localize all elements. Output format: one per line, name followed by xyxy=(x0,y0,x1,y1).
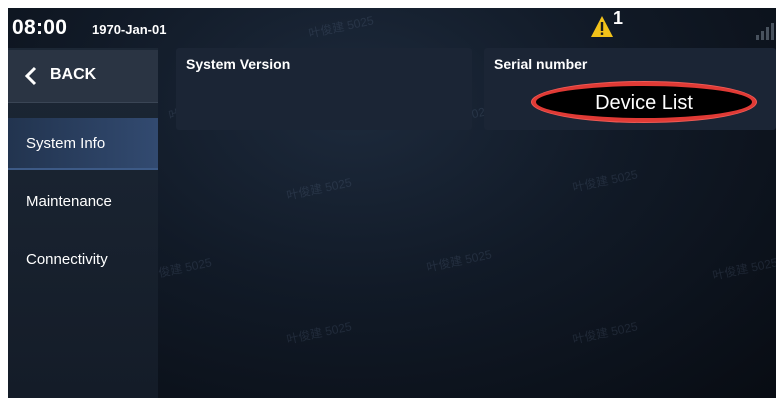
card-title: System Version xyxy=(186,56,291,72)
device-list-label: Device List xyxy=(595,92,693,114)
watermark: 叶俊建 5025 xyxy=(711,255,776,283)
warning-count-badge: 1 xyxy=(613,8,624,28)
back-button-label: BACK xyxy=(50,66,97,83)
sidebar-item-label: System Info xyxy=(26,135,106,152)
watermark: 叶俊建 5025 xyxy=(425,247,493,275)
settings-screen: 叶俊建 5025 叶俊建 5025 叶俊建 5025 叶俊建 5025 叶俊建 … xyxy=(8,8,776,398)
card-title: Serial number xyxy=(494,56,588,72)
chevron-left-icon xyxy=(24,66,37,86)
status-bar: 08:00 1970-Jan-01 1 xyxy=(8,8,776,48)
watermark: 叶俊建 5025 xyxy=(285,175,353,203)
sidebar-item-maintenance[interactable]: Maintenance xyxy=(8,176,158,228)
back-button[interactable]: BACK xyxy=(8,50,158,103)
sidebar-item-system-info[interactable]: System Info xyxy=(8,118,158,170)
sidebar-item-connectivity[interactable]: Connectivity xyxy=(8,234,158,286)
sidebar: BACK System Info Maintenance Connectivit… xyxy=(8,48,158,398)
device-list-button[interactable]: Device List xyxy=(532,82,756,122)
signal-bars-icon xyxy=(756,22,776,40)
clock-time: 08:00 xyxy=(12,16,68,39)
watermark: 叶俊建 5025 xyxy=(571,167,639,195)
clock-date: 1970-Jan-01 xyxy=(92,22,167,37)
system-version-card: System Version xyxy=(176,48,472,130)
watermark: 叶俊建 5025 xyxy=(285,319,353,347)
sidebar-item-label: Connectivity xyxy=(26,251,108,268)
sidebar-item-label: Maintenance xyxy=(26,193,112,210)
watermark: 叶俊建 5025 xyxy=(571,319,639,347)
